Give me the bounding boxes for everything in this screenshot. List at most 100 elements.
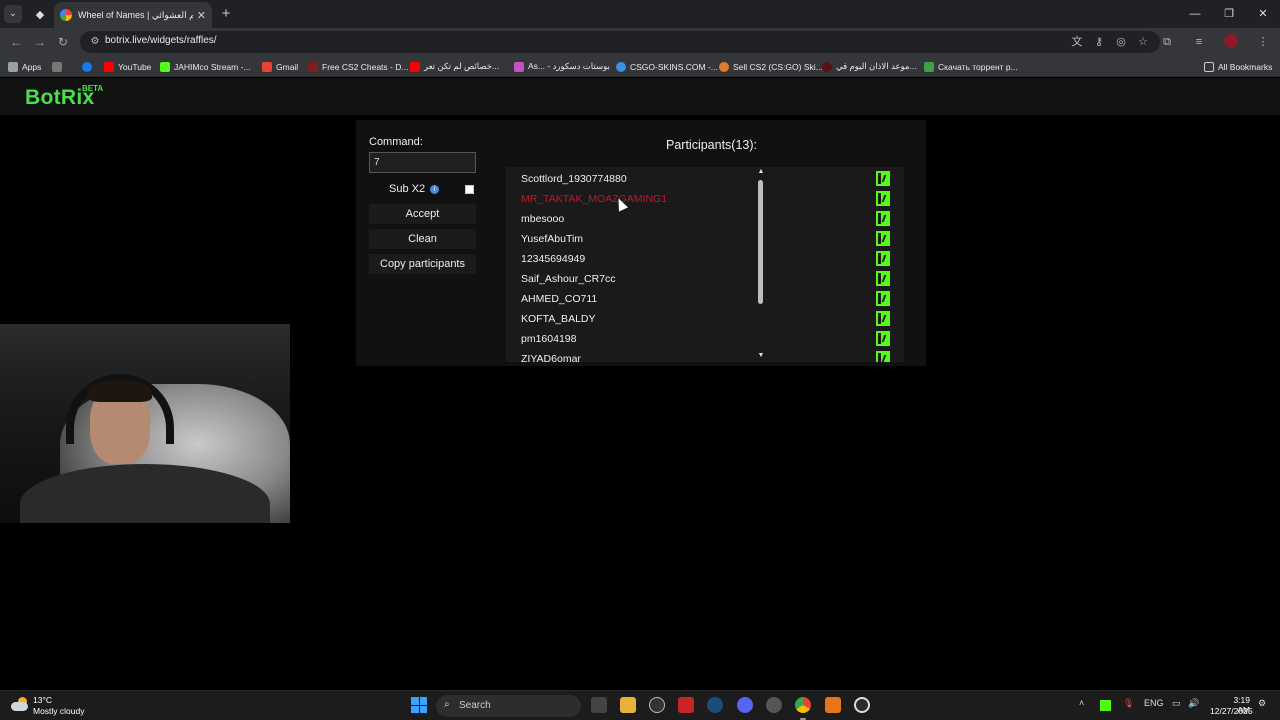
participants-list[interactable]: Scottlord_1930774880 MR_TAKTAK_MOAZGAMING…	[506, 167, 904, 362]
taskbar-search[interactable]: ⌕ Search	[436, 695, 581, 717]
weather-description[interactable]: Mostly cloudy	[33, 706, 85, 716]
kick-icon[interactable]	[876, 231, 890, 246]
translate-icon[interactable]: 文	[1070, 34, 1084, 50]
kick-icon[interactable]	[876, 271, 890, 286]
active-tab[interactable]: Wheel of Names | اسم العشوائي ✕	[54, 2, 212, 28]
language-indicator[interactable]: ENG	[1144, 698, 1164, 708]
password-key-icon[interactable]: ⚷	[1092, 34, 1106, 50]
bookmarks-bar: Apps YouTube JAHIMco Stream -... Gmail F…	[0, 56, 1280, 77]
bookmark-sell-cs2[interactable]: Sell CS2 (CS:GO) Ski...	[719, 60, 823, 73]
bookmark-apps[interactable]: Apps	[8, 60, 41, 73]
participant-row[interactable]: pm1604198	[506, 329, 904, 349]
microphone-icon[interactable]: 🎙	[1123, 698, 1134, 709]
scroll-up-arrow-icon[interactable]: ▲	[757, 168, 765, 176]
bookmark-jahimco[interactable]: JAHIMco Stream -...	[160, 60, 251, 73]
participant-row[interactable]: Scottlord_1930774880	[506, 169, 904, 189]
bookmark-gmail[interactable]: Gmail	[262, 60, 298, 73]
forward-arrow-icon[interactable]: →	[32, 34, 48, 50]
restore-button[interactable]: ❐	[1212, 0, 1246, 28]
clean-button[interactable]: Clean	[369, 229, 476, 249]
kick-tray-icon[interactable]	[1100, 700, 1111, 711]
browser-menu-icon[interactable]: ⋮	[1256, 34, 1270, 50]
reload-icon[interactable]: ↻	[55, 34, 71, 50]
new-tab-button[interactable]: +	[218, 4, 234, 24]
clock-date[interactable]: 12/27/2025	[1210, 706, 1253, 716]
site-info-icon[interactable]: ⚙	[88, 35, 102, 49]
steam-icon[interactable]	[707, 697, 723, 713]
info-icon[interactable]: i	[430, 185, 439, 194]
accept-button[interactable]: Accept	[369, 204, 476, 224]
eye-off-icon[interactable]: ◎	[1114, 34, 1128, 50]
participant-row[interactable]: Saif_Ashour_CR7cc	[506, 269, 904, 289]
weather-temperature[interactable]: 13°C	[33, 695, 52, 705]
participant-name: mbesooo	[521, 213, 565, 225]
kick-icon[interactable]	[876, 211, 890, 226]
bookmark-youtube[interactable]: YouTube	[104, 60, 151, 73]
notifications-icon[interactable]: ⚙	[1258, 698, 1266, 709]
valorant-icon[interactable]	[678, 697, 694, 713]
bookmark-facebook[interactable]	[82, 60, 96, 73]
copy-participants-button[interactable]: Copy participants	[369, 254, 476, 274]
address-bar[interactable]: ⚙ botrix.live/widgets/raffles/ 文 ⚷ ◎ ☆	[80, 31, 1160, 53]
command-input[interactable]	[369, 152, 476, 173]
page: BotRix BETA Command: Sub X2 i Accept Cle…	[0, 78, 1280, 690]
extensions-icon[interactable]: ⧉	[1160, 34, 1174, 50]
bookmark-label: All Bookmarks	[1218, 61, 1273, 72]
scroll-down-arrow-icon[interactable]: ▼	[757, 352, 765, 360]
participant-row[interactable]: KOFTA_BALDY	[506, 309, 904, 329]
back-arrow-icon[interactable]: ←	[8, 34, 24, 50]
participant-row[interactable]: 12345694949	[506, 249, 904, 269]
tab-search-button[interactable]: ⌄	[4, 5, 22, 23]
participant-name: KOFTA_BALDY	[521, 313, 596, 325]
bookmark-arabic-video[interactable]: خصائص لم تكن تعر...	[410, 60, 499, 73]
media-control-icon[interactable]: ≡	[1192, 34, 1206, 50]
scrollbar-thumb[interactable]	[758, 180, 763, 304]
kick-icon[interactable]	[876, 191, 890, 206]
facebook-icon	[82, 61, 92, 72]
participants-scrollbar[interactable]: ▲ ▼	[756, 167, 766, 362]
participant-row[interactable]: MR_TAKTAK_MOAZGAMING1	[506, 189, 904, 209]
participant-row[interactable]: mbesooo	[506, 209, 904, 229]
tab-close-icon[interactable]: ✕	[197, 9, 206, 22]
close-window-button[interactable]: ✕	[1246, 0, 1280, 28]
sub-x2-checkbox[interactable]	[465, 185, 474, 194]
profile-avatar-icon[interactable]	[1224, 34, 1238, 48]
kick-icon[interactable]	[876, 291, 890, 306]
pinned-tab[interactable]: ◆	[28, 3, 52, 25]
participant-row[interactable]: ZIYAD6omar	[506, 349, 904, 362]
settings-icon[interactable]	[766, 697, 782, 713]
url-text[interactable]: botrix.live/widgets/raffles/	[105, 35, 217, 46]
bookmark-grid[interactable]	[52, 60, 66, 73]
bookmark-label: Gmail	[276, 61, 299, 72]
kick-icon[interactable]	[876, 331, 890, 346]
weather-cloudy-icon[interactable]	[11, 697, 29, 711]
tray-overflow-chevron-icon[interactable]: ˄	[1079, 698, 1084, 708]
windows-start-icon[interactable]	[411, 697, 427, 713]
kick-icon[interactable]	[876, 351, 890, 362]
g-hub-icon[interactable]	[649, 697, 665, 713]
participant-row[interactable]: AHMED_CO711	[506, 289, 904, 309]
bookmark-star-icon[interactable]: ☆	[1136, 34, 1150, 50]
kick-icon[interactable]	[876, 311, 890, 326]
volume-icon[interactable]: 🔊	[1188, 698, 1199, 709]
file-explorer-icon[interactable]	[620, 697, 636, 713]
discord-icon[interactable]	[737, 697, 753, 713]
all-bookmarks[interactable]: All Bookmarks	[1204, 60, 1272, 73]
network-icon[interactable]: ▭	[1172, 698, 1181, 709]
bookmark-discord-posts[interactable]: As... - بوستات دسكورد	[514, 60, 610, 73]
task-view-icon[interactable]	[591, 697, 607, 713]
chrome-icon[interactable]	[795, 697, 811, 713]
bookmark-cs2-cheats[interactable]: Free CS2 Cheats - D...	[308, 60, 408, 73]
participants-title: Participants(13):	[666, 138, 758, 152]
vlc-icon[interactable]	[825, 697, 841, 713]
kick-icon[interactable]	[876, 171, 890, 186]
participant-row[interactable]: YusefAbuTim	[506, 229, 904, 249]
bookmark-torrent[interactable]: Скачать торрент р...	[924, 60, 1018, 73]
minimize-button[interactable]: —	[1178, 0, 1212, 28]
kick-icon[interactable]	[876, 251, 890, 266]
youtube-icon	[104, 61, 114, 72]
youtube-icon	[410, 61, 420, 72]
bookmark-prayer-times[interactable]: موعد الاذان اليوم في...	[822, 60, 917, 73]
obs-icon[interactable]	[854, 697, 870, 713]
bookmark-csgo-skins[interactable]: CSGO-SKINS.COM -...	[616, 60, 718, 73]
